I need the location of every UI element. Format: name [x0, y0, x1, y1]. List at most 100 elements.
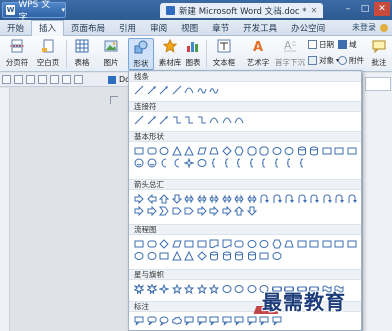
basic-smile-icon[interactable]	[146, 157, 159, 169]
flowchart-cyl-icon[interactable]	[246, 250, 259, 262]
lines-arrowline-icon[interactable]	[158, 84, 171, 96]
flowchart-cyl-icon[interactable]	[233, 250, 246, 262]
callout-callOval-icon[interactable]	[158, 315, 171, 327]
preview-icon[interactable]	[50, 75, 59, 84]
tab-start[interactable]: 开始	[0, 20, 31, 36]
login-area[interactable]: 未登录	[352, 22, 392, 33]
blank-page-button[interactable]: 空白页	[34, 38, 62, 68]
lines-line-icon[interactable]	[171, 84, 184, 96]
wordart-button[interactable]: A 艺术字	[243, 38, 273, 68]
arrow-arrowR-icon[interactable]	[221, 205, 234, 217]
tab-view[interactable]: 视图	[174, 20, 205, 36]
tab-developer[interactable]: 开发工具	[236, 20, 284, 36]
chart-button[interactable]: 图表	[183, 38, 203, 68]
connector-elbow-icon[interactable]	[171, 114, 184, 126]
lines-arrowline-icon[interactable]	[146, 84, 159, 96]
arrow-arrowLR-icon[interactable]	[233, 193, 246, 205]
basic-rect-icon[interactable]	[133, 145, 146, 157]
field-button[interactable]: 域	[338, 39, 357, 50]
document-tab[interactable]: 新建 Microsoft Word 文档.doc * ✕	[160, 3, 324, 18]
arrow-arrowLR-icon[interactable]	[246, 193, 259, 205]
basic-brace-icon[interactable]	[246, 157, 259, 169]
flowchart-doc-icon[interactable]	[221, 238, 234, 250]
basic-para-icon[interactable]	[196, 145, 209, 157]
picture-button[interactable]: 图片	[97, 38, 125, 68]
arrow-uturn-icon[interactable]	[321, 193, 334, 205]
print-icon[interactable]	[38, 75, 47, 84]
flowchart-trap-icon[interactable]	[283, 238, 296, 250]
basic-hex-icon[interactable]	[233, 145, 246, 157]
flowchart-cyl-icon[interactable]	[208, 250, 221, 262]
basic-rrect-icon[interactable]	[146, 145, 159, 157]
callout-callRound-icon[interactable]	[146, 315, 159, 327]
basic-moon-icon[interactable]	[171, 157, 184, 169]
arrow-arrowR-icon[interactable]	[133, 205, 146, 217]
arrow-pentArrow-icon[interactable]	[171, 205, 184, 217]
table-button[interactable]: 表格	[70, 38, 94, 68]
shapes-button[interactable]: 形状	[128, 38, 154, 70]
flowchart-rect-icon[interactable]	[196, 238, 209, 250]
callout-callRect-icon[interactable]	[208, 315, 221, 327]
tab-page-layout[interactable]: 页面布局	[64, 20, 112, 36]
flowchart-oval-icon[interactable]	[246, 238, 259, 250]
arrow-arrowL-icon[interactable]	[146, 193, 159, 205]
flowchart-oval-icon[interactable]	[133, 250, 146, 262]
flowchart-doc-icon[interactable]	[208, 238, 221, 250]
flowchart-diamond-icon[interactable]	[158, 238, 171, 250]
material-library-button[interactable]: 素材库	[157, 38, 183, 68]
redo-icon[interactable]	[74, 75, 83, 84]
basic-oval-icon[interactable]	[158, 145, 171, 157]
arrow-arrowR-icon[interactable]	[208, 205, 221, 217]
callout-callRect-icon[interactable]	[183, 315, 196, 327]
tab-references[interactable]: 引用	[112, 20, 143, 36]
flowchart-hex-icon[interactable]	[271, 238, 284, 250]
flowchart-rect-icon[interactable]	[183, 238, 196, 250]
flowchart-rect-icon[interactable]	[308, 238, 321, 250]
callout-callRect-icon[interactable]	[233, 315, 246, 327]
wps-app-menu-button[interactable]: W WPS 文字 ▾	[2, 0, 66, 23]
connector-curve-icon[interactable]	[233, 114, 246, 126]
arrow-arrowR-icon[interactable]	[146, 205, 159, 217]
flowchart-rect-icon[interactable]	[258, 250, 271, 262]
callout-callRect-icon[interactable]	[258, 315, 271, 327]
arrow-arrowU-icon[interactable]	[158, 193, 171, 205]
tab-review[interactable]: 审阅	[143, 20, 174, 36]
basic-oct-icon[interactable]	[246, 145, 259, 157]
arrow-uturn-icon[interactable]	[346, 193, 359, 205]
page-break-button[interactable]: 分页符	[3, 38, 31, 68]
save-icon[interactable]	[26, 75, 35, 84]
flowchart-oval-icon[interactable]	[271, 250, 284, 262]
arrow-chevron-icon[interactable]	[158, 205, 171, 217]
arrow-uturn-icon[interactable]	[308, 193, 321, 205]
maximize-icon[interactable]: □	[357, 2, 373, 16]
close-tab-icon[interactable]: ✕	[311, 6, 318, 15]
star-star5-icon[interactable]	[196, 283, 209, 295]
arrow-pentArrow-icon[interactable]	[183, 205, 196, 217]
star-star4-icon[interactable]	[158, 283, 171, 295]
object-button[interactable]: 对象 ▾	[308, 55, 339, 66]
basic-rect-icon[interactable]	[321, 145, 334, 157]
open-folder-icon[interactable]	[14, 75, 23, 84]
basic-rect-icon[interactable]	[346, 145, 359, 157]
basic-oval-icon[interactable]	[271, 145, 284, 157]
flowchart-oval-icon[interactable]	[258, 238, 271, 250]
arrow-arrowU-icon[interactable]	[233, 205, 246, 217]
connector-elbow-icon[interactable]	[183, 114, 196, 126]
arrow-arrowLR-icon[interactable]	[208, 193, 221, 205]
lines-scribble-icon[interactable]	[208, 84, 221, 96]
star-star5-icon[interactable]	[171, 283, 184, 295]
flowchart-rect-icon[interactable]	[333, 238, 346, 250]
connector-line-icon[interactable]	[133, 114, 146, 126]
flowchart-rect-icon[interactable]	[133, 238, 146, 250]
basic-oct-icon[interactable]	[258, 145, 271, 157]
callout-cloud-icon[interactable]	[171, 315, 184, 327]
basic-smile-icon[interactable]	[133, 157, 146, 169]
arrow-arrowR-icon[interactable]	[133, 193, 146, 205]
arrow-uturn-icon[interactable]	[283, 193, 296, 205]
basic-cyl-icon[interactable]	[308, 145, 321, 157]
undo-icon[interactable]	[62, 75, 71, 84]
callout-callRect-icon[interactable]	[133, 315, 146, 327]
arrow-arrowLR-icon[interactable]	[196, 193, 209, 205]
flowchart-rect-icon[interactable]	[296, 238, 309, 250]
flowchart-rrect-icon[interactable]	[146, 238, 159, 250]
